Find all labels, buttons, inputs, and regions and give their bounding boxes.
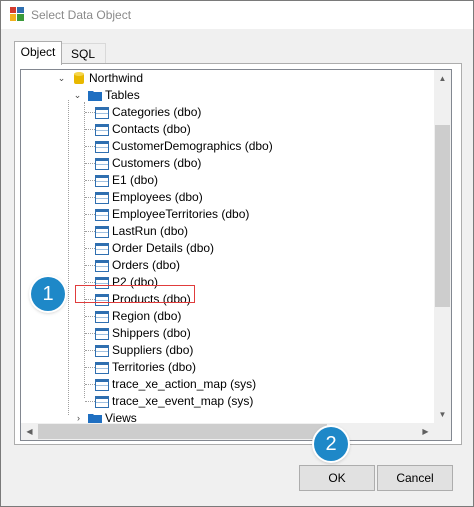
dialog-window: Select Data Object Object SQL ⌄ Northwin… [0,0,474,507]
table-label: Orders (dbo) [112,258,181,272]
tables-folder-label: Tables [105,88,140,102]
table-label: E1 (dbo) [112,173,159,187]
app-icon [10,7,24,21]
table-icon [95,311,109,323]
table-label: trace_xe_event_map (sys) [112,394,254,408]
object-tree[interactable]: ⌄ Northwind ⌄ Tables Categories (dbo) Co… [20,69,452,441]
table-icon [95,260,109,272]
table-icon [95,124,109,136]
tree-item-table[interactable]: Contacts (dbo) [21,121,421,138]
table-icon [95,328,109,340]
table-icon [95,209,109,221]
scrollbar-corner [434,423,451,440]
step-2-callout: 2 [314,427,348,461]
tree-item-table[interactable]: Order Details (dbo) [21,240,421,257]
tree-item-table[interactable]: Suppliers (dbo) [21,342,421,359]
table-label: Order Details (dbo) [112,241,215,255]
table-icon [95,175,109,187]
table-label: Contacts (dbo) [112,122,191,136]
table-label: Employees (dbo) [112,190,203,204]
tree-item-table[interactable]: trace_xe_event_map (sys) [21,393,421,410]
tree-item-table[interactable]: trace_xe_action_map (sys) [21,376,421,393]
vertical-scroll-thumb[interactable] [435,125,450,307]
tab-sql[interactable]: SQL [60,43,106,64]
tree-item-table[interactable]: Shippers (dbo) [21,325,421,342]
cancel-button[interactable]: Cancel [377,465,453,491]
table-label: trace_xe_action_map (sys) [112,377,257,391]
object-tab-panel: ⌄ Northwind ⌄ Tables Categories (dbo) Co… [14,63,462,445]
scroll-right-icon[interactable]: ▶ [417,423,434,440]
window-title: Select Data Object [31,8,132,22]
tab-object[interactable]: Object [14,41,62,65]
tree-item-table[interactable]: Region (dbo) [21,308,421,325]
horizontal-scrollbar[interactable]: ◀ ▶ [21,423,434,440]
table-label: Customers (dbo) [112,156,202,170]
scroll-left-icon[interactable]: ◀ [21,423,38,440]
tree-item-table[interactable]: Categories (dbo) [21,104,421,121]
collapse-icon[interactable]: ⌄ [73,91,82,100]
tree-node-database[interactable]: ⌄ Northwind [21,70,421,87]
tree-item-table[interactable]: E1 (dbo) [21,172,421,189]
table-label: EmployeeTerritories (dbo) [112,207,250,221]
table-label: LastRun (dbo) [112,224,189,238]
tree-item-table[interactable]: CustomerDemographics (dbo) [21,138,421,155]
tree-item-table[interactable]: Orders (dbo) [21,257,421,274]
tree-item-table[interactable]: Customers (dbo) [21,155,421,172]
table-icon [95,345,109,357]
title-bar: Select Data Object [1,1,473,29]
tree-item-table[interactable]: EmployeeTerritories (dbo) [21,206,421,223]
expand-icon[interactable]: › [74,414,83,423]
table-icon [95,243,109,255]
database-label: Northwind [89,71,144,85]
table-label: CustomerDemographics (dbo) [112,139,273,153]
tree-item-table[interactable]: Territories (dbo) [21,359,421,376]
step-1-callout: 1 [31,277,65,311]
table-icon [95,362,109,374]
scroll-up-icon[interactable]: ▲ [434,70,451,87]
folder-icon [88,91,102,101]
table-icon [95,107,109,119]
collapse-icon[interactable]: ⌄ [57,74,66,83]
ok-button[interactable]: OK [299,465,375,491]
table-icon [95,141,109,153]
table-label: Territories (dbo) [112,360,197,374]
tree-item-table[interactable]: Employees (dbo) [21,189,421,206]
scroll-down-icon[interactable]: ▼ [434,406,451,423]
table-icon [95,379,109,391]
tree-item-table[interactable]: LastRun (dbo) [21,223,421,240]
table-icon [95,226,109,238]
table-label: Shippers (dbo) [112,326,191,340]
tree-node-tables-folder[interactable]: ⌄ Tables [21,87,421,104]
highlight-box [75,285,195,303]
table-label: Region (dbo) [112,309,182,323]
table-icon [95,158,109,170]
table-label: Categories (dbo) [112,105,202,119]
table-icon [95,396,109,408]
horizontal-scroll-thumb[interactable] [38,424,327,439]
database-icon [74,72,84,84]
table-label: Suppliers (dbo) [112,343,194,357]
table-icon [95,192,109,204]
vertical-scrollbar[interactable]: ▲ ▼ [434,70,451,423]
